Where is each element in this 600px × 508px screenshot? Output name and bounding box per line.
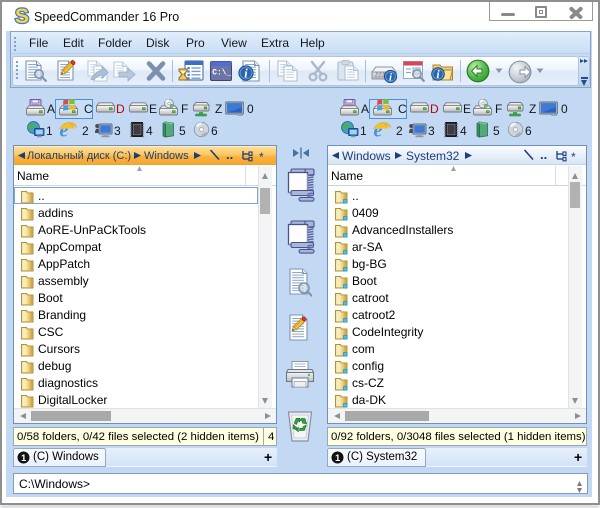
svg-text:1: 1 (21, 453, 27, 464)
svg-text:i: i (389, 71, 392, 83)
svg-text:S: S (15, 5, 29, 27)
svg-text:1: 1 (335, 453, 341, 464)
svg-text:C:\_: C:\_ (212, 69, 231, 78)
svg-text:i: i (244, 66, 248, 80)
